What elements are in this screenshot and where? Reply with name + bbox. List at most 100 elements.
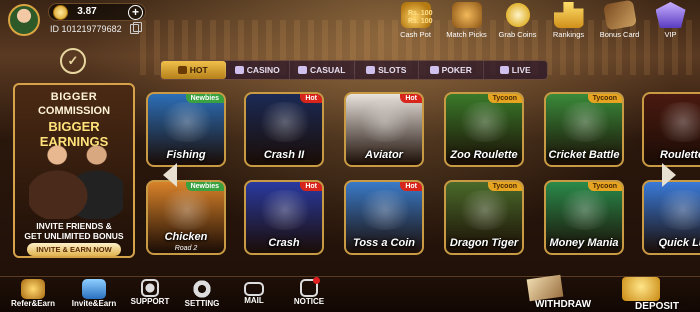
top-menu-rankings[interactable]: Rankings xyxy=(543,2,594,42)
invite-earn-button[interactable]: Invite&Earn xyxy=(66,277,122,308)
game-card[interactable]: Hot Crash xyxy=(244,180,324,255)
game-card[interactable]: Hot Toss a Coin xyxy=(344,180,424,255)
game-card[interactable]: Tycoon Cricket Battle xyxy=(544,92,624,167)
rankings-icon xyxy=(553,2,584,28)
top-menu-label: Cash Pot xyxy=(400,30,431,39)
balance-value: 3.87 xyxy=(77,6,97,17)
game-title: Zoo Roulette xyxy=(450,149,518,161)
invite-promo-banner[interactable]: BIGGER COMMISSION BIGGER EARNINGS INVITE… xyxy=(13,83,135,258)
flame-icon xyxy=(177,66,187,74)
bottom-label: Refer&Earn xyxy=(10,299,55,308)
game-title: Cricket Battle xyxy=(548,149,620,161)
tab-live[interactable]: LIVE xyxy=(484,61,548,79)
top-menu-label: Bonus Card xyxy=(599,30,640,39)
game-artwork xyxy=(654,190,700,230)
game-card[interactable]: Roulette xyxy=(642,92,700,167)
game-artwork xyxy=(356,102,414,142)
withdraw-button[interactable]: WITHDRAW xyxy=(526,274,598,310)
game-subtitle: Road 2 xyxy=(174,245,198,252)
tab-label: HOT xyxy=(189,65,208,75)
tab-slots[interactable]: SLOTS xyxy=(355,61,419,79)
tab-casino[interactable]: CASINO xyxy=(226,61,290,79)
bottom-label: Invite&Earn xyxy=(71,299,117,308)
deposit-icon xyxy=(622,277,660,301)
top-menu-cash-pot[interactable]: Rs. 100 Rs. 100 Cash Pot xyxy=(390,2,441,42)
top-menu-grab-coins[interactable]: Grab Coins xyxy=(492,2,543,42)
top-menu-match-picks[interactable]: Match Picks xyxy=(441,2,492,42)
tab-casual[interactable]: CASUAL xyxy=(290,61,355,79)
refer-earn-icon xyxy=(21,279,45,299)
game-tag-badge: Tycoon xyxy=(487,182,522,191)
top-menu-vip[interactable]: VIP xyxy=(645,2,696,42)
game-card[interactable]: Tycoon Dragon Tiger xyxy=(444,180,524,255)
top-menu-bonus-card[interactable]: Bonus Card xyxy=(594,0,645,42)
bottom-label: NOTICE xyxy=(293,297,325,306)
add-funds-button[interactable]: + xyxy=(128,5,143,20)
balance-box: 3.87 + xyxy=(48,3,146,21)
game-card[interactable]: Tycoon Zoo Roulette xyxy=(444,92,524,167)
game-card[interactable]: Tycoon Money Mania xyxy=(544,180,624,255)
top-bar: 3.87 + ID 101219779682 Rs. 100 Rs. 100 C… xyxy=(0,0,700,44)
game-artwork xyxy=(256,102,314,142)
game-artwork xyxy=(158,190,216,230)
vip-icon xyxy=(655,2,686,28)
tab-label: POKER xyxy=(441,65,472,75)
notice-icon xyxy=(300,277,320,297)
deposit-label: DEPOSIT xyxy=(635,301,679,312)
game-card[interactable]: Newbies Fishing xyxy=(146,92,226,167)
support-icon xyxy=(141,279,159,297)
top-menu-label: VIP xyxy=(664,30,677,39)
live-icon xyxy=(499,66,509,74)
game-tag-badge: Hot xyxy=(300,94,322,103)
scroll-left-arrow-icon[interactable] xyxy=(163,163,177,187)
avatar[interactable] xyxy=(8,4,40,36)
game-artwork xyxy=(556,102,614,142)
game-tag-badge: Newbies xyxy=(185,182,224,191)
top-menu: Rs. 100 Rs. 100 Cash Pot Match Picks Gra… xyxy=(390,0,696,42)
game-tag-badge: Tycoon xyxy=(487,94,522,103)
gamepad-icon xyxy=(298,66,308,74)
game-card[interactable]: Hot Crash II xyxy=(244,92,324,167)
tab-label: LIVE xyxy=(511,65,531,75)
game-title: Crash xyxy=(268,237,300,249)
game-artwork xyxy=(456,190,514,230)
bottom-label: MAIL xyxy=(244,296,264,305)
refer-earn-button[interactable]: Refer&Earn xyxy=(6,277,60,308)
game-tag-badge: Hot xyxy=(400,182,422,191)
game-artwork xyxy=(256,190,314,230)
game-artwork xyxy=(556,190,614,230)
top-menu-label: Rankings xyxy=(552,30,585,39)
notice-button[interactable]: NOTICE xyxy=(292,277,326,306)
game-tag-badge: Newbies xyxy=(185,94,224,103)
deposit-button[interactable]: DEPOSIT xyxy=(622,277,692,312)
withdraw-icon xyxy=(526,274,564,302)
category-tabs: HOT CASINO CASUAL SLOTS POKER LIVE xyxy=(160,60,548,80)
game-title: Dragon Tiger xyxy=(449,237,519,249)
game-title: Roulette xyxy=(660,149,700,161)
gear-icon xyxy=(190,279,214,299)
game-card[interactable]: Newbies Chicken Road 2 xyxy=(146,180,226,255)
setting-button[interactable]: SETTING xyxy=(184,277,220,308)
promo-word: BIGGER xyxy=(48,119,100,134)
game-title: Toss a Coin xyxy=(353,237,415,249)
support-button[interactable]: SUPPORT xyxy=(130,277,170,306)
tab-poker[interactable]: POKER xyxy=(419,61,484,79)
copy-icon[interactable] xyxy=(130,22,142,34)
mail-button[interactable]: MAIL xyxy=(238,277,270,305)
casino-icon xyxy=(234,66,244,74)
game-title: Aviator xyxy=(365,149,403,161)
game-title: Quick Lu xyxy=(658,237,700,249)
tab-label: CASINO xyxy=(246,65,280,75)
invite-earn-now-button[interactable]: INVITE & EARN NOW xyxy=(27,243,121,256)
scroll-right-arrow-icon[interactable] xyxy=(662,163,676,187)
tab-hot[interactable]: HOT xyxy=(161,61,226,79)
promo-word: COMMISSION xyxy=(37,105,111,117)
cash-pot-amounts: Rs. 100 Rs. 100 xyxy=(408,10,433,26)
game-card[interactable]: Quick Lu xyxy=(642,180,700,255)
promo-line: COMMISSION xyxy=(15,105,133,117)
game-card[interactable]: Hot Aviator xyxy=(344,92,424,167)
notification-dot xyxy=(313,277,320,284)
invite-earn-icon xyxy=(82,279,106,299)
user-id: ID 101219779682 xyxy=(50,24,122,34)
shield-check-icon[interactable]: ✓ xyxy=(60,48,86,74)
